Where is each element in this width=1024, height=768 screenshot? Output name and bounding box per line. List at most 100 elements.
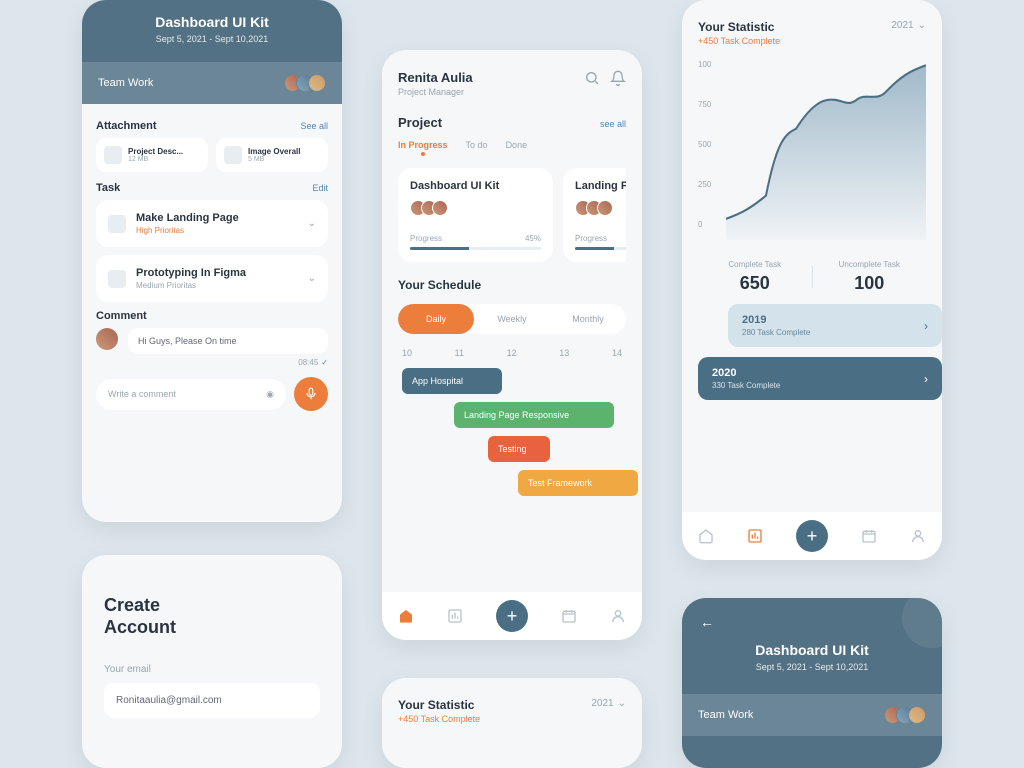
y-tick: 250 (698, 180, 711, 189)
gantt-bar[interactable]: Landing Page Responsive (454, 402, 614, 428)
y-tick: 0 (698, 220, 702, 229)
team-work-row[interactable]: Team Work (682, 694, 942, 736)
gantt-bar[interactable]: Testing (488, 436, 550, 462)
phone-task-detail-alt: ← Dashboard UI Kit Sept 5, 2021 - Sept 1… (682, 598, 942, 768)
project-card[interactable]: Landing P Progress (563, 168, 626, 262)
complete-value: 650 (698, 273, 812, 294)
progress-label: Progress (410, 234, 442, 243)
mic-button[interactable] (294, 377, 328, 411)
search-icon[interactable] (584, 70, 600, 86)
home-icon[interactable] (398, 608, 414, 624)
task-priority: Medium Prioritas (136, 281, 246, 290)
comment-title: Comment (96, 310, 328, 322)
chart-icon[interactable] (747, 528, 763, 544)
tab-done[interactable]: Done (506, 140, 528, 150)
year-label: 2020 (712, 367, 780, 379)
phone-task-detail: Dashboard UI Kit Sept 5, 2021 - Sept 10,… (82, 0, 342, 522)
see-all-link[interactable]: see all (600, 119, 626, 129)
project-title: Project (398, 115, 442, 130)
chart-icon[interactable] (447, 608, 463, 624)
email-field[interactable]: Ronitaaulia@gmail.com (104, 683, 320, 718)
phone-dashboard: Renita Aulia Project Manager Project see… (382, 50, 642, 640)
user-icon[interactable] (610, 608, 626, 624)
tab-monthly[interactable]: Monthly (550, 304, 626, 334)
bottom-nav: + (682, 512, 942, 560)
gantt-chart: App Hospital Landing Page Responsive Tes… (398, 364, 626, 494)
chevron-right-icon: › (924, 319, 928, 333)
year-selector[interactable]: 2021⌄ (891, 20, 926, 31)
chevron-down-icon: ⌄ (618, 698, 626, 709)
comment-input[interactable]: Write a comment ◉ (96, 379, 286, 410)
progress-bar (410, 247, 541, 250)
progress-bar (575, 247, 626, 250)
decoration-circle (902, 598, 942, 648)
chevron-right-icon: › (924, 372, 928, 386)
page-title: CreateAccount (104, 595, 320, 638)
chevron-down-icon: ⌄ (308, 273, 316, 284)
gantt-bar[interactable]: Test Framework (518, 470, 638, 496)
checkbox[interactable] (108, 270, 126, 288)
phone-statistic-preview: Your Statistic +450 Task Complete 2021⌄ (382, 678, 642, 768)
avatar-stack (410, 200, 541, 216)
gantt-bar[interactable]: App Hospital (402, 368, 502, 394)
tab-daily[interactable]: Daily (398, 304, 474, 334)
attachment-card[interactable]: Project Desc...12 MB (96, 138, 208, 172)
statistic-subtitle: +450 Task Complete (398, 714, 480, 724)
email-label: Your email (104, 664, 320, 675)
camera-icon[interactable]: ◉ (266, 389, 274, 400)
team-label: Team Work (698, 709, 753, 721)
tab-weekly[interactable]: Weekly (474, 304, 550, 334)
add-button[interactable]: + (796, 520, 828, 552)
task-priority: High Prioritas (136, 226, 239, 235)
chevron-down-icon: ⌄ (308, 218, 316, 229)
task-title: Task (96, 182, 120, 194)
avatar-stack (575, 200, 626, 216)
date-range: Sept 5, 2021 - Sept 10,2021 (82, 34, 342, 44)
user-role: Project Manager (398, 87, 473, 97)
check-icon: ✓ (321, 358, 328, 367)
project-card[interactable]: Dashboard UI Kit Progress45% (398, 168, 553, 262)
task-row[interactable]: Make Landing PageHigh Prioritas ⌄ (96, 200, 328, 247)
team-label: Team Work (98, 77, 153, 89)
user-name: Renita Aulia (398, 70, 473, 85)
y-tick: 750 (698, 100, 711, 109)
y-tick: 100 (698, 60, 711, 69)
statistic-title: Your Statistic (398, 698, 480, 712)
year-label: 2019 (742, 314, 810, 326)
tab-in-progress[interactable]: In Progress (398, 140, 448, 150)
progress-value: 45% (525, 234, 541, 243)
bell-icon[interactable] (610, 70, 626, 86)
year-sub: 330 Task Complete (712, 381, 780, 390)
task-row[interactable]: Prototyping In Figma Medium Prioritas ⌄ (96, 255, 328, 302)
attachment-name: Image Overall (248, 147, 300, 156)
checkbox[interactable] (108, 215, 126, 233)
page-title: Dashboard UI Kit (682, 642, 942, 658)
phone-create-account: CreateAccount Your email Ronitaaulia@gma… (82, 555, 342, 768)
tab-todo[interactable]: To do (466, 140, 488, 150)
attachment-size: 12 MB (128, 156, 183, 163)
calendar-icon[interactable] (861, 528, 877, 544)
user-icon[interactable] (910, 528, 926, 544)
date-range: Sept 5, 2021 - Sept 10,2021 (682, 662, 942, 672)
see-all-link[interactable]: See all (300, 121, 328, 131)
avatar-stack (284, 74, 326, 92)
year-card[interactable]: 2020 330 Task Complete › (698, 357, 942, 400)
calendar-icon[interactable] (561, 608, 577, 624)
add-button[interactable]: + (496, 600, 528, 632)
avatar (96, 328, 118, 350)
home-icon[interactable] (698, 528, 714, 544)
task-name: Prototyping In Figma (136, 267, 246, 279)
uncomplete-value: 100 (813, 273, 927, 294)
schedule-tabs: Daily Weekly Monthly (398, 304, 626, 334)
project-name: Landing P (575, 180, 626, 192)
comment-time: 08:45 (298, 358, 318, 367)
page-title: Dashboard UI Kit (82, 14, 342, 30)
year-card[interactable]: 2019280 Task Complete › (728, 304, 942, 347)
team-work-row[interactable]: Team Work (82, 62, 342, 104)
attachment-card[interactable]: Image Overall5 MB (216, 138, 328, 172)
attachment-name: Project Desc... (128, 147, 183, 156)
year-selector[interactable]: 2021⌄ (591, 698, 626, 709)
edit-link[interactable]: Edit (312, 183, 328, 193)
schedule-title: Your Schedule (398, 278, 626, 292)
header: Dashboard UI Kit Sept 5, 2021 - Sept 10,… (82, 0, 342, 104)
